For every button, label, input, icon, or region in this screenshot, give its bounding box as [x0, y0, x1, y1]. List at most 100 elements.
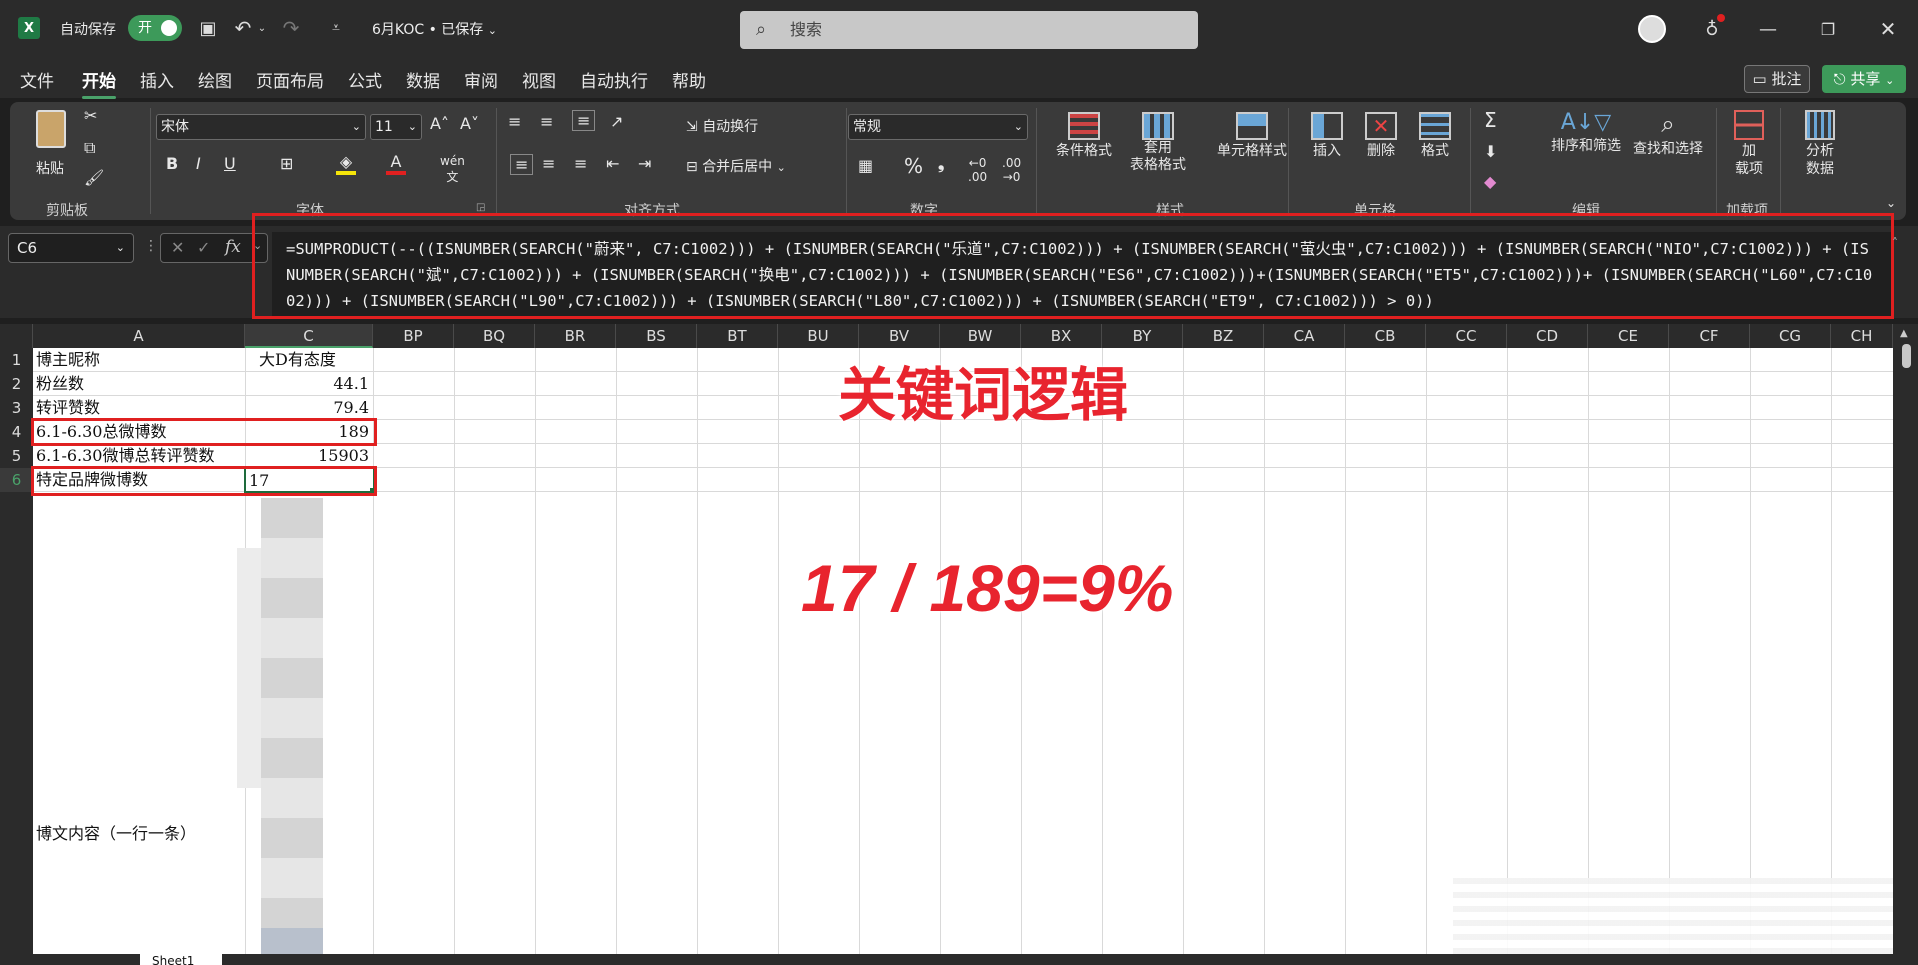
decrease-decimal-icon[interactable]: .00 →0 [1002, 156, 1021, 184]
autosave-toggle[interactable]: 开 [128, 15, 182, 41]
sort-filter-button[interactable]: A↓▽ 排序和筛选 [1544, 110, 1628, 155]
conditional-format-button[interactable]: 条件格式 [1048, 112, 1120, 160]
addins-button[interactable]: 加 载项 [1724, 110, 1774, 178]
content-label[interactable]: 博文内容（一行一条） [36, 822, 196, 846]
orientation-icon[interactable]: ↗ [610, 112, 623, 131]
column-header-bp[interactable]: BP [373, 324, 454, 348]
decrease-indent-icon[interactable]: ⇤ [606, 154, 619, 173]
border-icon[interactable]: ⊞ [280, 154, 293, 173]
row-header-5[interactable]: 5 [0, 444, 33, 468]
wrap-text-button[interactable]: ⇲ 自动换行 [686, 116, 758, 136]
cut-icon[interactable]: ✂ [84, 106, 97, 125]
column-header-ca[interactable]: CA [1264, 324, 1345, 348]
underline-icon[interactable]: U [224, 154, 236, 173]
tab-home[interactable]: 开始 [82, 67, 116, 99]
column-header-c[interactable]: C [245, 324, 373, 348]
customize-icon[interactable]: ⩡ [326, 16, 346, 40]
cell-style-button[interactable]: 单元格样式 [1202, 112, 1302, 160]
bold-icon[interactable]: B [166, 154, 178, 173]
column-header-bq[interactable]: BQ [454, 324, 535, 348]
cancel-icon[interactable]: ✕ [171, 238, 184, 257]
align-center-icon[interactable]: ≡ [542, 154, 555, 173]
comma-icon[interactable]: ❟ [938, 154, 944, 174]
number-format-select[interactable]: 常规 ⌄ [848, 114, 1028, 140]
fill-icon[interactable]: ⬇ [1484, 142, 1497, 161]
align-right-icon[interactable]: ≡ [574, 154, 587, 173]
column-header-bs[interactable]: BS [616, 324, 697, 348]
column-header-cc[interactable]: CC [1426, 324, 1507, 348]
increase-decimal-icon[interactable]: ←0.00 [968, 156, 987, 184]
search-input[interactable]: ⌕ 搜索 [740, 11, 1198, 49]
row-header-4[interactable]: 4 [0, 420, 33, 444]
column-header-ce[interactable]: CE [1588, 324, 1669, 348]
expand-formula-icon[interactable]: ˄ [1892, 236, 1898, 250]
tab-formulas[interactable]: 公式 [348, 67, 382, 92]
column-header-cb[interactable]: CB [1345, 324, 1426, 348]
align-middle-icon[interactable]: ≡ [540, 112, 553, 131]
copy-icon[interactable]: ⧉ [84, 138, 95, 158]
percent-icon[interactable]: % [904, 154, 923, 178]
sheet-tab[interactable]: Sheet1 [140, 954, 222, 965]
cell-a2[interactable]: 粉丝数 [36, 372, 84, 396]
column-header-by[interactable]: BY [1102, 324, 1183, 348]
fill-color-icon[interactable]: ◈ [336, 152, 356, 175]
decrease-font-icon[interactable]: A˅ [460, 114, 479, 133]
tab-file[interactable]: 文件 [20, 67, 54, 92]
column-header-bz[interactable]: BZ [1183, 324, 1264, 348]
collapse-ribbon-icon[interactable]: ⌄ [1886, 196, 1896, 210]
sheet-grid[interactable]: 博主昵称 粉丝数 转评赞数 6.1-6.30总微博数 6.1-6.30微博总转评… [31, 348, 1893, 965]
tab-insert[interactable]: 插入 [140, 67, 174, 92]
column-header-bv[interactable]: BV [859, 324, 940, 348]
autosum-icon[interactable]: Σ [1484, 108, 1497, 132]
italic-icon[interactable]: I [196, 154, 201, 173]
insert-cells-button[interactable]: 插入 [1302, 112, 1352, 160]
format-painter-icon[interactable]: 🖌 [84, 168, 104, 187]
format-as-table-button[interactable]: 套用 表格格式 [1118, 112, 1198, 174]
column-header-cf[interactable]: CF [1669, 324, 1750, 348]
tab-view[interactable]: 视图 [522, 67, 556, 92]
share-button[interactable]: ⎋ 共享 ⌄ [1822, 65, 1906, 93]
tab-draw[interactable]: 绘图 [198, 67, 232, 92]
column-header-cg[interactable]: CG [1750, 324, 1831, 348]
align-bottom-icon[interactable]: ≡ [572, 110, 596, 131]
column-header-bx[interactable]: BX [1021, 324, 1102, 348]
merge-center-button[interactable]: ⊟ 合并后居中 ⌄ [686, 156, 786, 176]
paste-button[interactable]: 粘贴 [32, 108, 72, 188]
enter-icon[interactable]: ✓ [197, 238, 210, 257]
column-header-br[interactable]: BR [535, 324, 616, 348]
doc-title[interactable]: 6月KOC • 已保存 ⌄ [372, 19, 497, 39]
minimize-icon[interactable]: — [1752, 16, 1784, 42]
tab-help[interactable]: 帮助 [672, 67, 706, 92]
column-header-bt[interactable]: BT [697, 324, 778, 348]
column-header-cd[interactable]: CD [1507, 324, 1588, 348]
avatar[interactable] [1638, 15, 1666, 43]
column-header-ch[interactable]: CH [1831, 324, 1893, 348]
font-size-select[interactable]: 11 ⌄ [370, 114, 422, 140]
align-left-icon[interactable]: ≡ [510, 154, 534, 175]
font-color-icon[interactable]: A [386, 152, 406, 175]
scroll-up-icon[interactable]: ▲ [1900, 328, 1908, 339]
accounting-icon[interactable]: ▦ [858, 156, 873, 175]
cell-a1[interactable]: 博主昵称 [36, 348, 100, 372]
redo-icon[interactable]: ↷ [278, 16, 304, 40]
cell-c3[interactable]: 79.4 [246, 396, 369, 420]
name-box[interactable]: C6 ⌄ [8, 233, 134, 263]
tab-data[interactable]: 数据 [406, 67, 440, 92]
select-all-corner[interactable] [0, 324, 33, 348]
cell-c5[interactable]: 15903 [246, 444, 369, 468]
row-header-1[interactable]: 1 [0, 348, 33, 372]
comment-button[interactable]: ▭ 批注 [1744, 65, 1810, 93]
font-dialog-icon[interactable]: ◲ [476, 202, 485, 213]
find-select-button[interactable]: ⌕ 查找和选择 [1626, 110, 1710, 158]
close-icon[interactable]: ✕ [1872, 16, 1904, 42]
more-icon[interactable]: ⋮ [144, 238, 158, 254]
scroll-thumb[interactable] [1902, 344, 1911, 368]
column-header-bu[interactable]: BU [778, 324, 859, 348]
tab-review[interactable]: 审阅 [464, 67, 498, 92]
undo-dropdown-icon[interactable]: ⌄ [256, 16, 268, 40]
analyze-data-button[interactable]: 分析 数据 [1792, 110, 1848, 178]
align-top-icon[interactable]: ≡ [508, 112, 521, 131]
column-header-a[interactable]: A [33, 324, 245, 348]
font-name-select[interactable]: 宋体 ⌄ [156, 114, 366, 140]
row-header-3[interactable]: 3 [0, 396, 33, 420]
